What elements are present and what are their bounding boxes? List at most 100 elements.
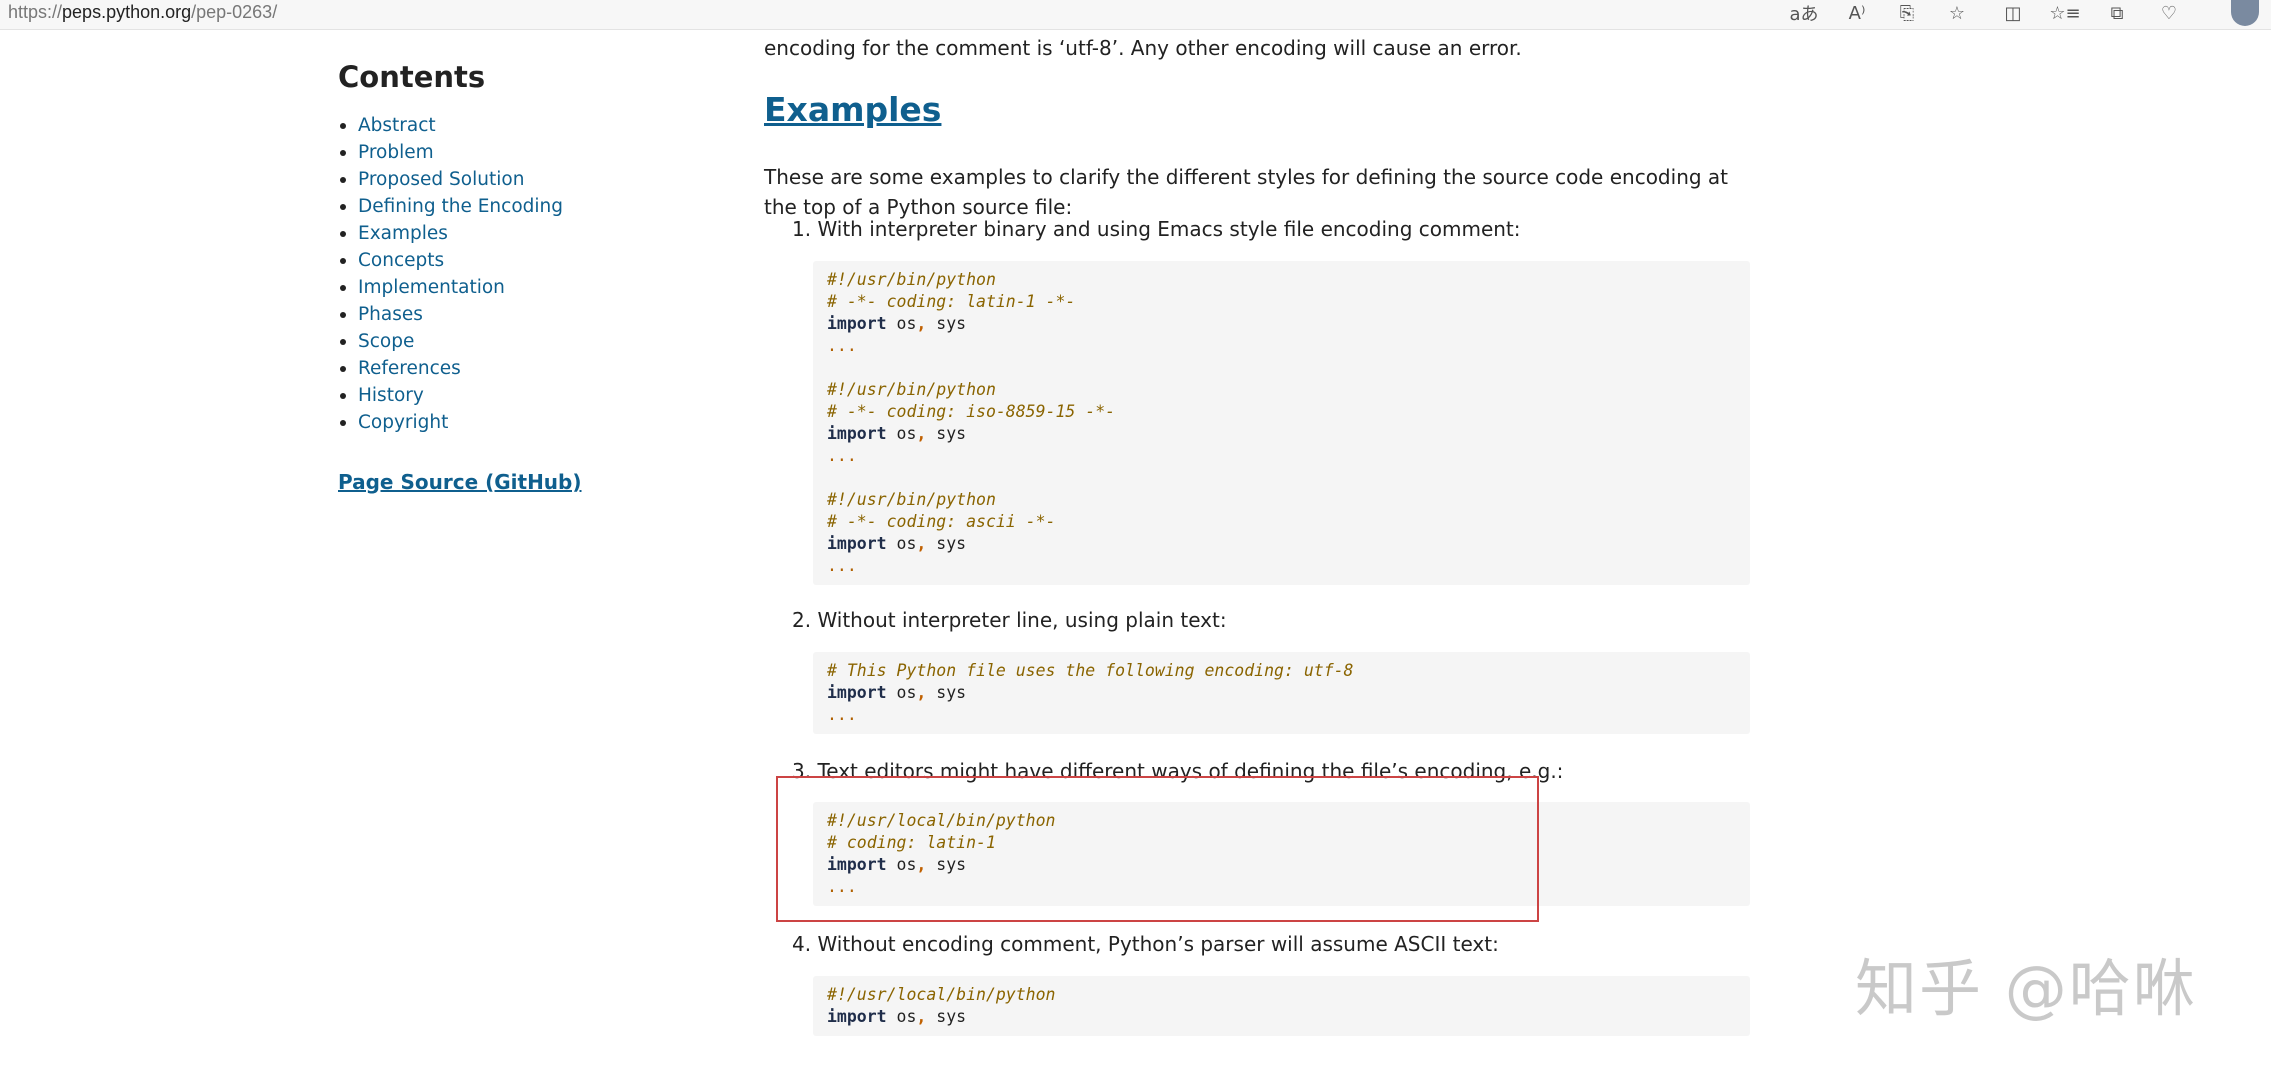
examples-intro-paragraph: These are some examples to clarify the d… <box>764 165 1729 219</box>
code-comment: #!/usr/local/bin/python <box>827 985 1056 1004</box>
code-module-name: os <box>896 424 917 443</box>
code-module-name: sys <box>936 424 967 443</box>
toc-link[interactable]: History <box>358 385 424 406</box>
toc-item-defining-the-encoding: Defining the Encoding <box>338 193 738 220</box>
code-keyword: import <box>827 683 887 702</box>
code-comma: , <box>916 534 927 553</box>
code-comment: # This Python file uses the following en… <box>827 661 1354 680</box>
code-comment: #!/usr/bin/python <box>827 380 996 399</box>
url-scheme: https:// <box>8 2 63 22</box>
toc-link[interactable]: Problem <box>358 142 434 163</box>
page-source-link[interactable]: Page Source (GitHub) <box>338 470 582 494</box>
code-line: import os, sys <box>827 1006 1736 1028</box>
toc-item-problem: Problem <box>338 139 738 166</box>
code-comment: # -*- coding: ascii -*- <box>827 512 1056 531</box>
code-line: # This Python file uses the following en… <box>827 660 1736 682</box>
immersive-reader-icon[interactable]: ⎘ <box>1890 0 1924 26</box>
read-aloud-icon[interactable]: A⁾ <box>1840 0 1874 26</box>
red-highlight-box <box>776 776 1539 922</box>
toc-item-history: History <box>338 382 738 409</box>
code-line: import os, sys <box>827 423 1736 445</box>
code-line: ... <box>827 445 1736 467</box>
code-text: ... <box>827 705 857 724</box>
code-keyword: import <box>827 314 887 333</box>
toc-list: Abstract Problem Proposed Solution Defining… <box>338 112 738 436</box>
code-comma: , <box>916 1007 927 1026</box>
example-label: 1. With interpreter binary and using Ema… <box>792 217 1521 241</box>
code-line: #!/usr/local/bin/python <box>827 984 1736 1006</box>
code-line: # -*- coding: latin-1 -*- <box>827 291 1736 313</box>
code-line: import os, sys <box>827 533 1736 555</box>
table-of-contents-sidebar: Contents Abstract Problem Proposed Solutio… <box>338 60 738 494</box>
toc-link[interactable]: References <box>358 358 461 379</box>
code-module-name: os <box>896 314 917 333</box>
example-label: 2. Without interpreter line, using plain… <box>792 608 1227 632</box>
browser-essentials-icon[interactable]: ♡ <box>2152 0 2186 26</box>
code-text: ... <box>827 556 857 575</box>
toc-link[interactable]: Phases <box>358 304 423 325</box>
code-block: #!/usr/local/bin/python import os, sys <box>813 976 1750 1036</box>
code-line: #!/usr/bin/python <box>827 269 1736 291</box>
toc-item-abstract: Abstract <box>338 112 738 139</box>
browser-address-bar: https://peps.python.org/pep-0263/ aあ A⁾ ⎘ ☆… <box>0 0 2271 30</box>
code-module-name: os <box>896 1007 917 1026</box>
code-line: #!/usr/bin/python <box>827 489 1736 511</box>
code-line: ... <box>827 335 1736 357</box>
toc-link[interactable]: Proposed Solution <box>358 169 524 190</box>
code-block: #!/usr/bin/python # -*- coding: latin-1 -… <box>813 261 1750 585</box>
profile-avatar-icon[interactable] <box>2231 0 2259 26</box>
toc-item-implementation: Implementation <box>338 274 738 301</box>
zhihu-watermark: 知乎 @哈咻 <box>1855 952 2197 1025</box>
examples-heading-link[interactable]: Examples <box>764 90 941 129</box>
toc-link[interactable]: Examples <box>358 223 448 244</box>
intro-paragraph-tail: encoding for the comment is ‘utf-8’. Any… <box>764 36 1522 60</box>
toc-link[interactable]: Concepts <box>358 250 444 271</box>
code-text: ... <box>827 336 857 355</box>
contents-title: Contents <box>338 60 486 94</box>
favorites-icon[interactable]: ☆≡ <box>2048 0 2082 26</box>
toc-link[interactable]: Abstract <box>358 115 436 136</box>
code-module-name: os <box>896 683 917 702</box>
code-comment: #!/usr/bin/python <box>827 490 996 509</box>
code-comment: #!/usr/bin/python <box>827 270 996 289</box>
code-line: ... <box>827 555 1736 577</box>
code-comment: # -*- coding: iso-8859-15 -*- <box>827 402 1116 421</box>
favorite-star-icon[interactable]: ☆ <box>1940 0 1974 26</box>
toc-item-examples: Examples <box>338 220 738 247</box>
code-keyword: import <box>827 424 887 443</box>
toc-item-concepts: Concepts <box>338 247 738 274</box>
translate-icon[interactable]: aあ <box>1787 0 1821 26</box>
code-module-name: sys <box>936 683 967 702</box>
toc-item-copyright: Copyright <box>338 409 738 436</box>
toc-link[interactable]: Implementation <box>358 277 505 298</box>
toc-item-scope: Scope <box>338 328 738 355</box>
toc-link[interactable]: Scope <box>358 331 414 352</box>
code-comma: , <box>916 424 927 443</box>
url-field[interactable]: https://peps.python.org/pep-0263/ <box>8 2 277 23</box>
code-keyword: import <box>827 1007 887 1026</box>
toc-item-references: References <box>338 355 738 382</box>
url-host: peps.python.org <box>62 2 192 22</box>
split-screen-icon[interactable]: ◫ <box>1996 0 2030 26</box>
code-text: ... <box>827 446 857 465</box>
code-line: import os, sys <box>827 313 1736 335</box>
code-line: # -*- coding: ascii -*- <box>827 511 1736 533</box>
code-line: import os, sys <box>827 682 1736 704</box>
code-line: ... <box>827 704 1736 726</box>
code-line: #!/usr/bin/python <box>827 379 1736 401</box>
toc-link[interactable]: Defining the Encoding <box>358 196 563 217</box>
collections-icon[interactable]: ⧉ <box>2100 0 2134 26</box>
code-module-name: sys <box>936 314 967 333</box>
code-module-name: sys <box>936 534 967 553</box>
code-line: # -*- coding: iso-8859-15 -*- <box>827 401 1736 423</box>
code-comment: # -*- coding: latin-1 -*- <box>827 292 1076 311</box>
code-module-name: os <box>896 534 917 553</box>
url-path: /pep-0263/ <box>191 2 278 22</box>
code-comma: , <box>916 314 927 333</box>
example-label: 4. Without encoding comment, Python’s pa… <box>792 932 1499 956</box>
code-comma: , <box>916 683 927 702</box>
toc-item-phases: Phases <box>338 301 738 328</box>
toc-link[interactable]: Copyright <box>358 412 448 433</box>
